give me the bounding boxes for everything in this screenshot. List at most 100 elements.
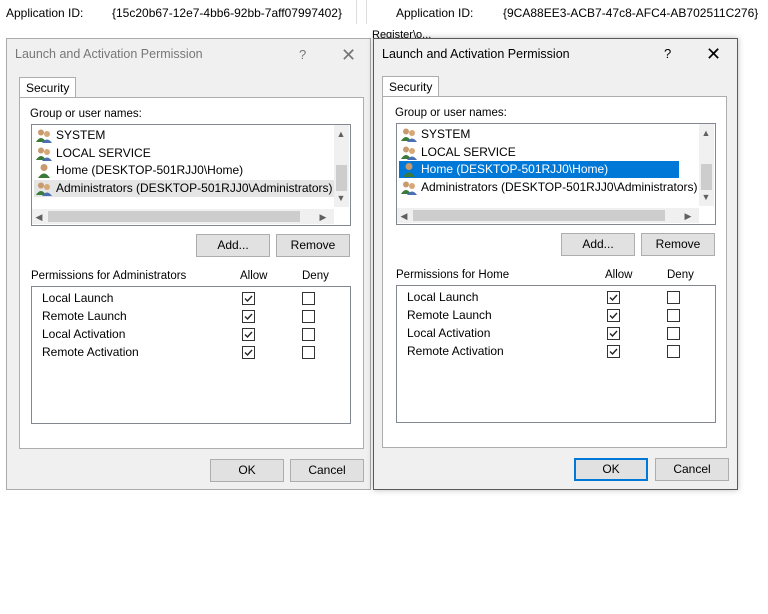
- group-icon: [36, 147, 52, 161]
- left-app-id-value: {15c20b67-12e7-4bb6-92bb-7aff07997402}: [112, 6, 342, 20]
- user-name: Administrators (DESKTOP-501RJJ0\Administ…: [56, 180, 333, 195]
- allow-checkbox[interactable]: [242, 292, 255, 305]
- vertical-scrollbar[interactable]: ▲ ▼: [699, 124, 714, 206]
- allow-header: Allow: [240, 270, 268, 282]
- dialog-title: Launch and Activation Permission: [15, 47, 203, 61]
- tab-security[interactable]: Security: [19, 77, 77, 98]
- deny-checkbox[interactable]: [302, 310, 315, 323]
- user-name: SYSTEM: [421, 127, 471, 141]
- permissions-list: Local Launch Remote Launch Local Activatio…: [31, 286, 351, 424]
- scroll-down-icon[interactable]: ▼: [334, 191, 348, 205]
- allow-checkbox[interactable]: [242, 346, 255, 359]
- deny-checkbox[interactable]: [667, 345, 680, 358]
- user-list-item[interactable]: SYSTEM: [399, 126, 474, 143]
- scrollbar-thumb[interactable]: [48, 211, 300, 222]
- scrollbar-thumb[interactable]: [413, 210, 665, 221]
- ok-button[interactable]: OK: [210, 459, 284, 482]
- permission-name: Remote Activation: [42, 345, 139, 359]
- security-panel: Group or user names: SYSTEM LOCAL SERVICE…: [382, 96, 727, 448]
- permission-name: Local Launch: [42, 291, 114, 305]
- user-listbox[interactable]: SYSTEM LOCAL SERVICE Home (DESKTOP-501RJJ0…: [396, 123, 716, 225]
- allow-checkbox[interactable]: [242, 328, 255, 341]
- group-icon: [36, 129, 52, 143]
- deny-checkbox[interactable]: [302, 292, 315, 305]
- scrollbar-thumb[interactable]: [701, 164, 712, 190]
- cancel-button[interactable]: Cancel: [290, 459, 364, 482]
- background-window-header: Application ID: {15c20b67-12e7-4bb6-92bb…: [0, 0, 768, 30]
- security-panel: Group or user names: SYSTEM LOCAL SERVICE…: [19, 97, 364, 449]
- user-name: LOCAL SERVICE: [56, 145, 151, 160]
- left-app-id-label: Application ID:: [6, 6, 84, 20]
- dialog-title: Launch and Activation Permission: [382, 47, 570, 61]
- permission-name: Local Activation: [42, 327, 126, 341]
- user-name: Administrators (DESKTOP-501RJJ0\Administ…: [421, 179, 698, 194]
- right-app-id-label: Application ID:: [396, 6, 474, 20]
- scroll-right-icon[interactable]: ▶: [316, 210, 330, 224]
- allow-checkbox[interactable]: [607, 327, 620, 340]
- user-name: Home (DESKTOP-501RJJ0\Home): [56, 163, 244, 177]
- remove-button[interactable]: Remove: [276, 234, 350, 257]
- group-icon: [401, 146, 417, 160]
- permission-name: Remote Activation: [407, 344, 504, 358]
- close-button[interactable]: ✕: [341, 46, 356, 64]
- group-or-user-names-label: Group or user names:: [30, 108, 142, 120]
- allow-checkbox[interactable]: [607, 309, 620, 322]
- permissions-list: Local Launch Remote Launch Local Activatio…: [396, 285, 716, 423]
- user-list-item[interactable]: Administrators (DESKTOP-501RJJ0\Administ…: [399, 179, 702, 196]
- background-divider: [366, 0, 367, 24]
- group-or-user-names-label: Group or user names:: [395, 107, 507, 119]
- user-list-item[interactable]: LOCAL SERVICE: [34, 145, 155, 162]
- launch-permission-dialog-home: Launch and Activation Permission ? ✕ Sec…: [373, 38, 738, 490]
- scroll-left-icon[interactable]: ◀: [397, 209, 411, 223]
- add-button[interactable]: Add...: [561, 233, 635, 256]
- ok-button[interactable]: OK: [574, 458, 648, 481]
- deny-checkbox[interactable]: [302, 346, 315, 359]
- vertical-scrollbar[interactable]: ▲ ▼: [334, 125, 349, 207]
- user-list-item[interactable]: SYSTEM: [34, 127, 109, 144]
- cancel-button[interactable]: Cancel: [655, 458, 729, 481]
- background-divider: [356, 0, 357, 24]
- scroll-up-icon[interactable]: ▲: [334, 127, 348, 141]
- user-list-item[interactable]: Administrators (DESKTOP-501RJJ0\Administ…: [34, 179, 337, 197]
- horizontal-scrollbar[interactable]: ◀ ▶: [32, 209, 334, 224]
- user-icon: [38, 164, 50, 178]
- deny-checkbox[interactable]: [667, 309, 680, 322]
- add-button[interactable]: Add...: [196, 234, 270, 257]
- user-list-item[interactable]: Home (DESKTOP-501RJJ0\Home): [34, 162, 247, 179]
- user-name: SYSTEM: [56, 128, 106, 142]
- deny-header: Deny: [667, 269, 694, 281]
- scroll-right-icon[interactable]: ▶: [681, 209, 695, 223]
- deny-checkbox[interactable]: [667, 291, 680, 304]
- remove-button[interactable]: Remove: [641, 233, 715, 256]
- user-icon: [403, 163, 415, 177]
- help-button[interactable]: ?: [299, 47, 306, 62]
- user-list-item[interactable]: Home (DESKTOP-501RJJ0\Home): [399, 161, 679, 178]
- allow-checkbox[interactable]: [242, 310, 255, 323]
- group-icon: [401, 181, 417, 195]
- deny-checkbox[interactable]: [302, 328, 315, 341]
- scroll-left-icon[interactable]: ◀: [32, 210, 46, 224]
- horizontal-scrollbar[interactable]: ◀ ▶: [397, 208, 699, 223]
- permission-name: Remote Launch: [407, 308, 492, 322]
- scrollbar-thumb[interactable]: [336, 165, 347, 191]
- user-name: Home (DESKTOP-501RJJ0\Home): [421, 162, 609, 176]
- close-button[interactable]: ✕: [706, 45, 721, 63]
- allow-header: Allow: [605, 269, 633, 281]
- tab-security[interactable]: Security: [382, 76, 440, 97]
- user-list-item[interactable]: LOCAL SERVICE: [399, 144, 520, 161]
- deny-checkbox[interactable]: [667, 327, 680, 340]
- right-app-id-value: {9CA88EE3-ACB7-47c8-AFC4-AB702511C276}: [503, 6, 759, 20]
- help-button[interactable]: ?: [664, 46, 671, 61]
- permissions-for-label: Permissions for Administrators: [31, 270, 187, 282]
- group-icon: [401, 128, 417, 142]
- permissions-for-label: Permissions for Home: [396, 269, 510, 281]
- user-listbox[interactable]: SYSTEM LOCAL SERVICE Home (DESKTOP-501RJJ0…: [31, 124, 351, 226]
- group-icon: [36, 182, 52, 196]
- permission-name: Remote Launch: [42, 309, 127, 323]
- allow-checkbox[interactable]: [607, 345, 620, 358]
- deny-header: Deny: [302, 270, 329, 282]
- scroll-down-icon[interactable]: ▼: [699, 190, 713, 204]
- allow-checkbox[interactable]: [607, 291, 620, 304]
- scroll-up-icon[interactable]: ▲: [699, 126, 713, 140]
- permission-name: Local Launch: [407, 290, 479, 304]
